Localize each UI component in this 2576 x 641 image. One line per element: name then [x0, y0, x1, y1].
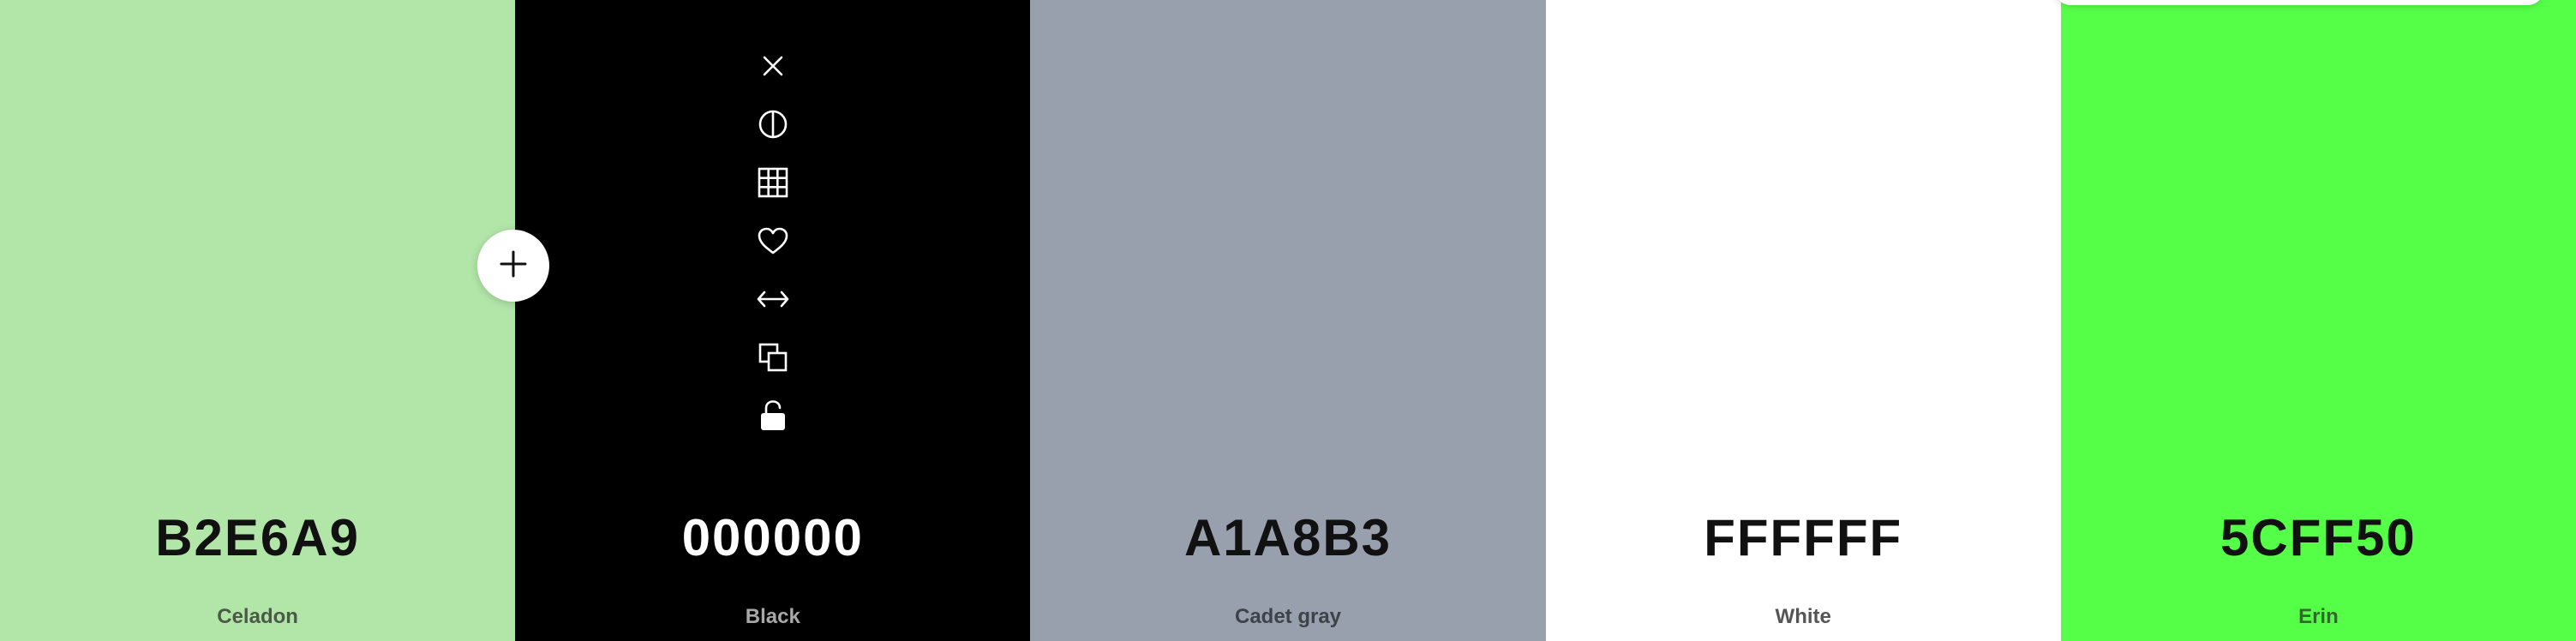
swatch-1[interactable]: B2E6A9 Celadon	[0, 0, 516, 641]
swatch-toolbar	[755, 48, 791, 434]
swatch-hex-code[interactable]: FFFFFF	[1546, 507, 2061, 569]
grid-icon[interactable]	[755, 165, 791, 201]
swatch-hex-code[interactable]: B2E6A9	[0, 507, 515, 569]
swatch-hex-code[interactable]: 5CFF50	[2061, 507, 2576, 569]
swatch-hex-code[interactable]: 000000	[515, 507, 1030, 569]
arrows-horizontal-icon[interactable]	[755, 281, 791, 317]
heart-icon[interactable]	[755, 223, 791, 259]
swatch-4[interactable]: FFFFFF White	[1545, 0, 2061, 641]
swatch-2[interactable]: 000000 Black	[515, 0, 1031, 641]
add-color-button[interactable]	[477, 230, 549, 302]
copy-icon[interactable]	[755, 339, 791, 375]
color-palette: B2E6A9 Celadon 000000 Black A1A8B3 Cadet…	[0, 0, 2576, 641]
unlock-icon[interactable]	[755, 398, 791, 434]
swatch-3[interactable]: A1A8B3 Cadet gray	[1030, 0, 1546, 641]
swatch-hex-code[interactable]: A1A8B3	[1030, 507, 1545, 569]
swatch-color-name: Cadet gray	[1234, 605, 1342, 628]
swatch-color-name: White	[1775, 605, 1831, 628]
contrast-icon[interactable]	[755, 106, 791, 142]
top-panel	[2055, 0, 2543, 5]
swatch-5[interactable]: 5CFF50 Erin	[2060, 0, 2576, 641]
plus-icon	[498, 249, 529, 284]
swatch-color-name: Celadon	[217, 605, 298, 628]
close-icon[interactable]	[755, 48, 791, 84]
swatch-color-name: Erin	[2298, 605, 2339, 628]
swatch-color-name: Black	[745, 605, 800, 628]
